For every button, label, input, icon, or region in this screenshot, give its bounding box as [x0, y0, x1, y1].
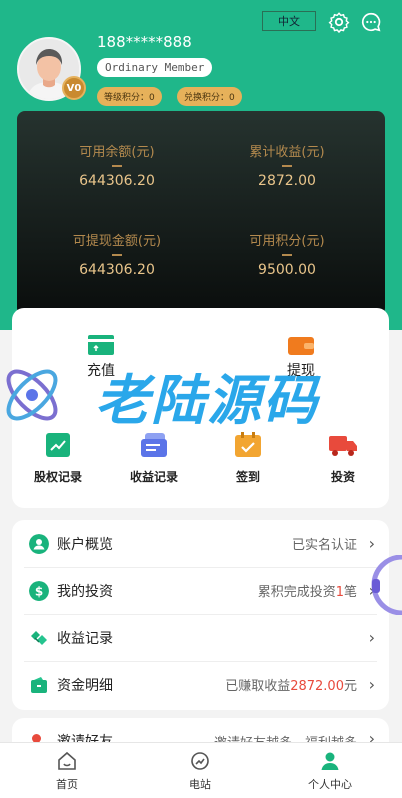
divider [282, 254, 292, 256]
truck-icon [329, 436, 357, 456]
dollar-circle-icon: $ [29, 581, 49, 601]
balance-label: 累计收益(元) [249, 145, 325, 160]
member-level-tag: Ordinary Member [97, 58, 213, 77]
chevron-right-icon: › [368, 628, 375, 647]
divider [112, 165, 122, 167]
invest-button[interactable]: 投资 [309, 432, 377, 485]
menu-panel: 账户概览 已实名认证 › $ 我的投资 累积完成投资1笔 › 收益记录 › 资金… [12, 520, 389, 710]
tab-label: 电站 [189, 778, 211, 791]
value-suffix: 笔 [343, 585, 357, 600]
balance-value: 9500.00 [258, 262, 316, 278]
available-points: 可用积分(元) 9500.00 [212, 230, 362, 278]
menu-item-account-overview[interactable]: 账户概览 已实名认证 › [12, 520, 389, 567]
income-record-icon [141, 433, 167, 457]
recharge-card-icon [88, 335, 114, 355]
cumulative-income: 累计收益(元) 2872.00 [212, 141, 362, 189]
atom-logo-icon [6, 369, 58, 421]
language-button[interactable]: 中文 [262, 11, 316, 31]
balance-label: 可提现金额(元) [72, 234, 162, 249]
wallet-icon [288, 337, 314, 355]
menu-label: 资金明细 [57, 677, 113, 694]
menu-label: 账户概览 [57, 536, 113, 553]
menu-value: 已赚取收益2872.00元 [225, 675, 357, 694]
wallet-icon [31, 677, 47, 693]
equity-record-button[interactable]: 股权记录 [24, 432, 92, 485]
menu-value: 已实名认证 [291, 538, 357, 553]
menu-item-fund-details[interactable]: 资金明细 已赚取收益2872.00元 › [12, 661, 389, 708]
chat-icon[interactable] [360, 11, 382, 33]
value-prefix: 累积完成投资 [257, 585, 336, 600]
divider [282, 165, 292, 167]
handshake-icon [31, 631, 47, 645]
exchange-points-tag[interactable]: 兑换积分：0 [177, 87, 242, 106]
menu-label: 我的投资 [57, 583, 113, 600]
function-label: 股权记录 [33, 470, 82, 484]
gear-icon[interactable] [328, 11, 350, 33]
value-suffix: 元 [343, 679, 357, 694]
svg-text:$: $ [35, 585, 43, 599]
tab-home[interactable]: 首页 [27, 751, 107, 792]
balance-value: 644306.20 [79, 262, 155, 278]
home-icon [58, 751, 76, 770]
profile-icon [321, 752, 339, 770]
value-highlight: 2872.00 [290, 679, 344, 694]
function-label: 投资 [330, 470, 355, 484]
balance-value: 2872.00 [258, 173, 316, 189]
balance-card: 可用余额(元) 644306.20 累计收益(元) 2872.00 可提现金额(… [17, 111, 385, 316]
tab-label: 首页 [56, 778, 78, 791]
value-highlight: 1 [335, 585, 344, 600]
menu-label: 收益记录 [57, 630, 113, 647]
user-circle-icon [29, 534, 49, 554]
balance-label: 可用积分(元) [249, 234, 325, 249]
balance-label: 可用余额(元) [79, 145, 155, 160]
checkin-calendar-icon [235, 432, 261, 457]
menu-item-my-investment[interactable]: $ 我的投资 累积完成投资1笔 › [12, 567, 389, 614]
balance-value: 644306.20 [79, 173, 155, 189]
chevron-right-icon: › [368, 534, 375, 553]
vip-level-badge: V0 [62, 76, 86, 100]
grade-points-tag[interactable]: 等级积分：0 [97, 87, 162, 106]
watermark-text: 老陆源码 [95, 369, 319, 432]
power-station-icon [191, 752, 209, 770]
tab-label: 个人中心 [308, 778, 352, 791]
available-balance: 可用余额(元) 644306.20 [42, 141, 192, 189]
value-prefix: 已赚取收益 [225, 679, 291, 694]
withdrawable-amount: 可提现金额(元) 644306.20 [42, 230, 192, 278]
menu-value: 累积完成投资1笔 [258, 581, 357, 600]
customer-service-icon[interactable] [368, 555, 402, 615]
income-record-button[interactable]: 收益记录 [120, 432, 188, 485]
tab-profile[interactable]: 个人中心 [290, 751, 370, 792]
bottom-tab-bar: 首页 电站 个人中心 [0, 742, 402, 798]
function-label: 签到 [235, 470, 260, 484]
tab-power-station[interactable]: 电站 [160, 751, 240, 792]
checkin-button[interactable]: 签到 [214, 432, 282, 485]
function-label: 收益记录 [129, 470, 178, 484]
user-phone: 188*****888 [97, 33, 192, 51]
divider [112, 254, 122, 256]
menu-item-income-record[interactable]: 收益记录 › [12, 614, 389, 661]
chevron-right-icon: › [368, 675, 375, 694]
